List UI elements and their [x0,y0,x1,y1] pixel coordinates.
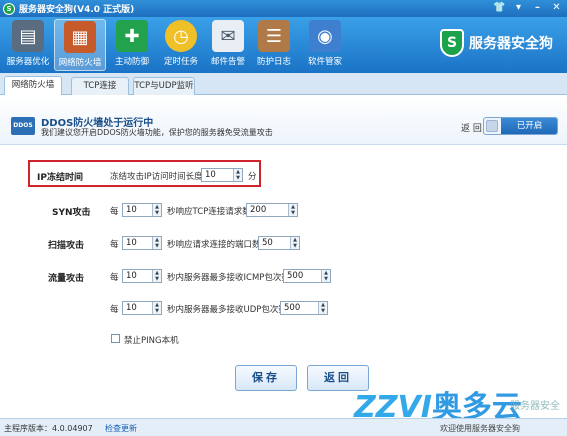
skin-icon[interactable]: 👕 [493,2,506,13]
udp-interval-value: 10 [126,303,137,313]
spin-arrows-icon[interactable]: ▲ ▼ [152,302,161,314]
ddos-logo-icon: DDOS [11,117,35,135]
scan-interval-input[interactable]: 10 ▲ ▼ [122,236,162,250]
udp-value: 500 [284,303,301,313]
toolbar-label: 邮件告警 [210,57,245,67]
toolbar-active-defense[interactable]: ✚ 主动防御 [106,19,158,71]
spin-arrows-icon[interactable]: ▲ ▼ [233,169,242,181]
udp-prefix: 每 [110,305,119,315]
toggle-knob [486,120,498,132]
toolbar-label: 防护日志 [256,57,291,67]
window-controls: 👕 ▾ – ✕ [493,2,563,13]
flow-label: 流量攻击 [48,274,85,284]
version-text: 主程序版本：4.0.04907 [4,424,93,433]
ip-freeze-label: IP冻结时间 [37,173,83,183]
syn-value: 200 [250,205,267,215]
scan-value: 50 [262,238,273,248]
toolbar-software-manager[interactable]: ◉ 软件管家 [299,19,351,71]
main-toolbar: ▤ 服务器优化 ▦ 网络防火墙 ✚ 主动防御 ◷ 定时任务 ✉ 邮件告警 ☰ 防… [0,17,567,73]
spin-arrows-icon[interactable]: ▲ ▼ [152,237,161,249]
icmp-interval-value: 10 [126,271,137,281]
spin-arrows-icon[interactable]: ▲ ▼ [290,237,299,249]
ip-freeze-desc: 冻结攻击IP访问时间长度 [110,172,203,182]
ddos-status-banner: DDOS DDOS防火墙处于运行中 我们建议您开启DDOS防火墙功能，保护您的服… [0,95,567,145]
icmp-desc: 秒内服务器最多接收ICMP包次数 [167,273,290,283]
toolbar-label: 网络防火墙 [58,58,102,68]
syn-label: SYN攻击 [52,208,91,218]
icmp-interval-input[interactable]: 10 ▲ ▼ [122,269,162,283]
syn-value-input[interactable]: 200 ▲ ▼ [246,203,298,217]
icmp-prefix: 每 [110,273,119,283]
scan-label: 扫描攻击 [48,241,85,251]
scan-desc: 秒响应请求连接的端口数 [167,240,261,250]
tab-bar: 网络防火墙 TCP连接 TCP与UDP监听 [0,73,567,96]
scan-interval-value: 10 [126,238,137,248]
toolbar-server-optimize[interactable]: ▤ 服务器优化 [2,19,54,71]
toolbar-protect-log[interactable]: ☰ 防护日志 [248,19,300,71]
check-update-link[interactable]: 检查更新 [105,423,137,434]
disable-ping-label[interactable]: 禁止PING本机 [124,334,179,346]
syn-interval-value: 10 [126,205,137,215]
close-icon[interactable]: ✕ [550,2,563,13]
syn-interval-input[interactable]: 10 ▲ ▼ [122,203,162,217]
spin-arrows-icon[interactable]: ▲ ▼ [288,204,297,216]
spin-arrows-icon[interactable]: ▲ ▼ [318,302,327,314]
mail-icon: ✉ [212,20,244,52]
toolbar-label: 主动防御 [114,57,149,67]
banner-description: 我们建议您开启DDOS防火墙功能，保护您的服务器免受流量攻击 [41,128,273,137]
spin-arrows-icon[interactable]: ▲ ▼ [152,204,161,216]
save-button[interactable]: 保存 [235,365,297,391]
ip-freeze-unit: 分 [248,172,257,182]
brand-shield-icon: S [440,29,464,57]
firewall-icon: ▦ [64,21,96,53]
watermark-small: 服务器安全 [510,401,560,412]
tab-network-firewall[interactable]: 网络防火墙 [4,76,62,96]
server-optimize-icon: ▤ [12,20,44,52]
tab-tcp-udp-listen[interactable]: TCP与UDP监听 [133,77,195,95]
syn-desc: 秒响应TCP连接请求数 [167,207,251,217]
ddos-toggle[interactable]: 已开启 [483,117,558,135]
shield-icon: ✚ [116,20,148,52]
software-icon: ◉ [309,20,341,52]
toolbar-label: 定时任务 [163,57,198,67]
brand-name: 服务器安全狗 [469,36,553,52]
icmp-value: 500 [287,271,304,281]
icmp-value-input[interactable]: 500 ▲ ▼ [283,269,331,283]
toolbar-mail-alert[interactable]: ✉ 邮件告警 [202,19,254,71]
ip-freeze-value: 10 [205,170,216,180]
toolbar-scheduled-tasks[interactable]: ◷ 定时任务 [155,19,207,71]
scan-prefix: 每 [110,240,119,250]
udp-interval-input[interactable]: 10 ▲ ▼ [122,301,162,315]
disable-ping-checkbox[interactable] [111,334,120,343]
spin-arrows-icon[interactable]: ▲ ▼ [152,270,161,282]
back-link[interactable]: 返 回 [461,121,482,134]
toolbar-firewall[interactable]: ▦ 网络防火墙 [54,19,106,71]
clock-icon: ◷ [165,20,197,52]
toolbar-label: 软件管家 [307,57,342,67]
minimize-icon[interactable]: – [531,2,544,13]
status-protect-text: 欢迎使用服务器安全狗 [440,424,520,433]
status-bar: 主程序版本：4.0.04907 检查更新 欢迎使用服务器安全狗 [0,418,567,436]
spin-arrows-icon[interactable]: ▲ ▼ [321,270,330,282]
toggle-state-label: 已开启 [501,118,557,134]
udp-desc: 秒内服务器最多接收UDP包次数 [167,305,287,315]
app-logo-icon: S [3,2,15,15]
brand: S 服务器安全狗 [440,29,553,57]
log-icon: ☰ [258,20,290,52]
udp-value-input[interactable]: 500 ▲ ▼ [280,301,328,315]
title-bar: S 服务器安全狗(V4.0 正式版) 👕 ▾ – ✕ [0,0,567,17]
tab-tcp-connections[interactable]: TCP连接 [71,77,129,95]
menu-icon[interactable]: ▾ [512,2,525,13]
toolbar-label: 服务器优化 [6,57,50,67]
syn-prefix: 每 [110,207,119,217]
window-title: 服务器安全狗(V4.0 正式版) [19,5,135,15]
ip-freeze-input[interactable]: 10 ▲ ▼ [201,168,243,182]
scan-value-input[interactable]: 50 ▲ ▼ [258,236,300,250]
